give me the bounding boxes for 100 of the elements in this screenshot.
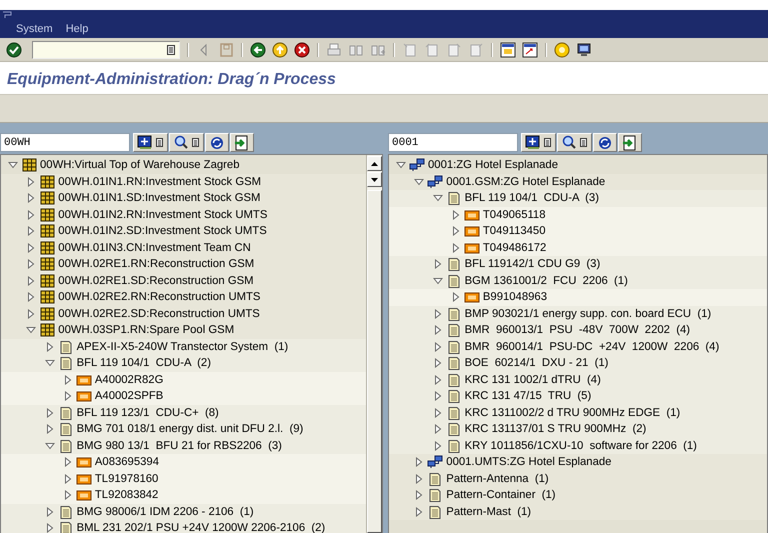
tree-node[interactable]: BMG 701 018/1 energy dist. unit DFU 2.l. (9) [1,421,366,438]
expander-icon[interactable] [44,424,55,434]
expand-button[interactable] [133,133,168,152]
expander-icon[interactable] [62,374,73,385]
expander-icon[interactable] [432,308,443,319]
expander-icon[interactable] [26,308,36,319]
expander-icon[interactable] [414,474,424,484]
search-field[interactable]: 0001 [388,133,518,152]
tree-node[interactable]: 00WH.01IN1.RN:Investment Stock GSM [1,174,366,190]
expander-icon[interactable] [414,176,424,187]
expander-icon[interactable] [432,391,443,402]
tree-node[interactable]: APEX-II-X5-240W Transtector System (1) [1,338,366,355]
expander-icon[interactable] [432,325,443,336]
expander-icon[interactable] [62,457,73,468]
tree-node[interactable]: KRY 1011856/1CXU-10 software for 2206 (1) [389,438,767,454]
tree-node[interactable]: BMR 960014/1 PSU-DC +24V 1200W 2206 (4) [389,338,767,355]
expander-icon[interactable] [432,193,443,204]
tree-node[interactable]: BOE 60214/1 DXU - 21 (1) [389,355,767,372]
expander-icon[interactable] [26,242,36,253]
find-button[interactable] [557,133,592,152]
expander-icon[interactable] [432,259,443,270]
expander-icon[interactable] [414,506,424,517]
tree-node[interactable]: BMG 980 13/1 BFU 21 for RBS2206 (3) [1,438,366,454]
help-icon[interactable] [554,42,570,58]
refresh-button[interactable] [205,133,229,152]
layout-icon[interactable] [576,42,592,58]
print-icon[interactable] [326,42,342,58]
new-window-icon[interactable] [500,42,516,58]
scroll-down-button[interactable] [367,172,382,187]
scrollbar[interactable] [366,155,382,533]
expander-icon[interactable] [26,259,36,270]
expander-icon[interactable] [26,193,36,204]
expander-icon[interactable] [432,440,443,451]
tree-node[interactable]: 00WH.01IN2.SD:Investment Stock UMTS [1,223,366,240]
expander-icon[interactable] [432,358,443,368]
cancel-icon[interactable] [294,42,310,58]
scroll-up-button[interactable] [367,156,382,171]
expander-icon[interactable] [26,226,36,236]
tree-node[interactable]: B991048963 [389,289,767,306]
expander-icon[interactable] [432,276,443,286]
expander-icon[interactable] [450,226,461,236]
tree-node[interactable]: Pattern-Antenna (1) [389,470,767,487]
menu-icon[interactable] [2,11,12,19]
expand-button[interactable] [521,133,556,152]
expander-icon[interactable] [26,210,36,220]
tree-node[interactable]: KRC 131137/01 S TRU 900MHz (2) [389,421,767,438]
tree-node[interactable]: 00WH.03SP1.RN:Spare Pool GSM [1,322,366,338]
tree-node[interactable]: BMG 98006/1 IDM 2206 - 2106 (1) [1,504,366,520]
tree-node[interactable]: 0001.GSM:ZG Hotel Esplanade [389,174,767,190]
tree-node[interactable]: T049065118 [389,206,767,223]
enter-icon[interactable] [6,42,22,58]
find-button[interactable] [169,133,204,152]
list-icon[interactable] [167,44,175,54]
expander-icon[interactable] [450,242,461,253]
tree-node[interactable]: A083695394 [1,454,366,470]
search-field[interactable]: 00WH [0,133,130,152]
expander-icon[interactable] [8,160,18,170]
tree-node[interactable]: KRC 131 47/15 TRU (5) [389,388,767,404]
expander-icon[interactable] [432,424,443,434]
expander-icon[interactable] [44,523,55,533]
expander-icon[interactable] [44,440,55,451]
expander-icon[interactable] [450,210,461,220]
tree-node[interactable]: BGM 1361001/2 FCU 2206 (1) [389,272,767,289]
tree-node[interactable]: TL91978160 [1,470,366,487]
expander-icon[interactable] [62,490,73,500]
tree-node[interactable]: 00WH.01IN1.SD:Investment Stock GSM [1,190,366,206]
tree-node[interactable]: KRC 131 1002/1 dTRU (4) [389,372,767,388]
expander-icon[interactable] [62,474,73,484]
expander-icon[interactable] [26,276,36,286]
expander-icon[interactable] [432,374,443,385]
tree-node[interactable]: T049486172 [389,240,767,256]
tree-node[interactable]: 00WH.02RE2.SD:Reconstruction UMTS [1,306,366,322]
tree-node[interactable]: BFL 119142/1 CDU G9 (3) [389,256,767,272]
tree-node[interactable]: Pattern-Mast (1) [389,504,767,520]
export-button[interactable] [618,133,642,152]
expander-icon[interactable] [44,358,55,368]
tree-node[interactable]: BMP 903021/1 energy supp. con. board ECU (1) [389,306,767,322]
expander-icon[interactable] [396,160,406,170]
tree-node[interactable]: T049113450 [389,223,767,240]
tree-node[interactable]: 00WH.02RE1.SD:Reconstruction GSM [1,272,366,289]
expander-icon[interactable] [26,325,36,336]
command-field[interactable] [32,40,180,58]
expander-icon[interactable] [26,292,36,302]
tree-node[interactable]: BFL 119 104/1 CDU-A (2) [1,355,366,372]
tree-node[interactable]: KRC 1311002/2 d TRU 900MHz EDGE (1) [389,404,767,421]
tree-node[interactable]: BFL 119 123/1 CDU-C+ (8) [1,404,366,421]
tree-node[interactable]: TL92083842 [1,487,366,504]
tree-node[interactable]: A40002SPFB [1,388,366,404]
tree-node[interactable]: 00WH.02RE2.RN:Reconstruction UMTS [1,289,366,306]
shortcut-icon[interactable] [522,42,538,58]
refresh-button[interactable] [593,133,617,152]
expander-icon[interactable] [44,342,55,352]
expander-icon[interactable] [414,457,424,468]
expander-icon[interactable] [62,391,73,402]
expander-icon[interactable] [450,292,461,302]
tree-node[interactable]: 0001.UMTS:ZG Hotel Esplanade [389,454,767,470]
tree-node[interactable]: 00WH.01IN2.RN:Investment Stock UMTS [1,206,366,223]
export-button[interactable] [230,133,254,152]
tree-node[interactable]: Pattern-Container (1) [389,487,767,504]
tree-node[interactable]: BMR 960013/1 PSU -48V 700W 2202 (4) [389,322,767,338]
